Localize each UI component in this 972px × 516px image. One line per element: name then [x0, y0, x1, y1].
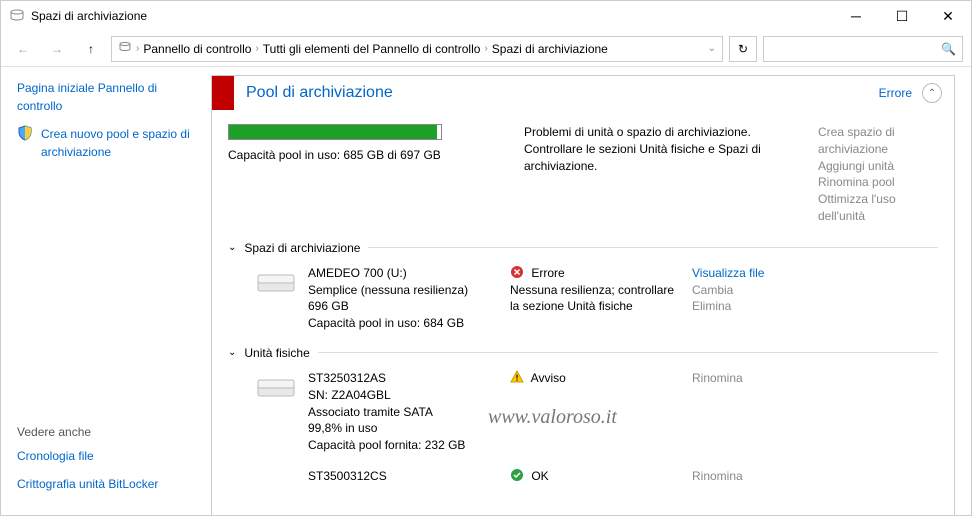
rename-pool-link[interactable]: Rinomina pool	[818, 174, 938, 191]
physical-drives-section: ⌄ Unità fisiche ST3250312AS SN: Z2A04GBL…	[228, 346, 938, 498]
breadcrumb-item[interactable]: Spazi di archiviazione	[492, 42, 608, 56]
control-panel-home-link[interactable]: Pagina iniziale Pannello di controllo	[17, 79, 195, 115]
file-history-link[interactable]: Cronologia file	[17, 447, 195, 465]
drive-sn: SN: Z2A04GBL	[308, 387, 498, 404]
status-label: Errore	[531, 266, 564, 280]
maximize-button[interactable]: ☐	[879, 1, 925, 31]
section-toggle[interactable]: ⌄ Spazi di archiviazione	[228, 241, 938, 255]
drive-name: ST3500312CS	[308, 468, 498, 485]
create-space-link[interactable]: Crea spazio di archiviazione	[818, 124, 938, 158]
error-link[interactable]: Errore	[879, 86, 912, 100]
minimize-button[interactable]: ─	[833, 1, 879, 31]
view-files-link[interactable]: Visualizza file	[692, 265, 764, 282]
space-usage: Capacità pool in uso: 684 GB	[308, 315, 498, 332]
status-label: Avviso	[531, 371, 566, 385]
problem-text: Problemi di unità o spazio di archiviazi…	[524, 124, 802, 225]
drive-name: ST3250312AS	[308, 370, 498, 387]
status-label: OK	[531, 469, 548, 483]
drive-usage: 99,8% in uso	[308, 420, 498, 437]
breadcrumb[interactable]: › Pannello di controllo › Tutti gli elem…	[111, 36, 723, 62]
chevron-right-icon: ›	[484, 43, 487, 54]
bitlocker-link[interactable]: Crittografia unità BitLocker	[17, 475, 195, 493]
close-button[interactable]: ✕	[925, 1, 971, 31]
change-link[interactable]: Cambia	[692, 282, 764, 299]
chevron-right-icon: ›	[136, 43, 139, 54]
breadcrumb-item[interactable]: Pannello di controllo	[143, 42, 251, 56]
refresh-button[interactable]: ↻	[729, 36, 757, 62]
breadcrumb-item[interactable]: Tutti gli elementi del Pannello di contr…	[263, 42, 481, 56]
section-toggle[interactable]: ⌄ Unità fisiche	[228, 346, 938, 360]
navbar: ← → ↑ › Pannello di controllo › Tutti gl…	[1, 31, 971, 67]
back-button[interactable]: ←	[9, 35, 37, 63]
section-heading: Unità fisiche	[244, 346, 309, 360]
physical-drive-item: ST3250312AS SN: Z2A04GBL Associato trami…	[256, 370, 938, 454]
storage-spaces-icon	[9, 8, 25, 24]
collapse-button[interactable]: ⌃	[922, 83, 942, 103]
sidebar: Pagina iniziale Pannello di controllo Cr…	[1, 67, 211, 515]
delete-link[interactable]: Elimina	[692, 298, 764, 315]
storage-spaces-section: ⌄ Spazi di archiviazione AMEDEO 700 (U:)…	[228, 241, 938, 332]
main-area: Pool di archiviazione Errore ⌃ Capacità …	[211, 67, 971, 515]
chevron-down-icon: ⌄	[228, 242, 236, 253]
optimize-link[interactable]: Ottimizza l'uso dell'unità	[818, 191, 938, 225]
chevron-down-icon: ⌄	[228, 347, 236, 358]
space-name: AMEDEO 700 (U:)	[308, 265, 498, 282]
ok-icon	[510, 468, 524, 482]
error-icon	[510, 265, 524, 279]
chevron-right-icon: ›	[255, 43, 258, 54]
capacity-bar	[228, 124, 442, 140]
search-box[interactable]: 🔍	[763, 36, 963, 62]
rename-link[interactable]: Rinomina	[692, 468, 743, 485]
search-input[interactable]	[770, 42, 941, 56]
pool-header: Pool di archiviazione Errore ⌃	[212, 76, 954, 110]
titlebar: Spazi di archiviazione ─ ☐ ✕	[1, 1, 971, 31]
status-row: Errore	[510, 265, 680, 282]
pool-title: Pool di archiviazione	[246, 84, 879, 102]
search-icon[interactable]: 🔍	[941, 42, 956, 56]
chevron-down-icon[interactable]: ⌄	[708, 43, 716, 54]
forward-button[interactable]: →	[43, 35, 71, 63]
add-drive-link[interactable]: Aggiungi unità	[818, 158, 938, 175]
status-detail: Nessuna resilienza; controllare la sezio…	[510, 282, 680, 316]
drive-icon	[256, 271, 296, 295]
pool-panel: Pool di archiviazione Errore ⌃ Capacità …	[211, 75, 955, 515]
error-indicator-bar	[212, 76, 234, 110]
see-also-heading: Vedere anche	[17, 425, 195, 439]
storage-space-item: AMEDEO 700 (U:) Semplice (nessuna resili…	[256, 265, 938, 332]
up-button[interactable]: ↑	[77, 35, 105, 63]
drive-cap: Capacità pool fornita: 232 GB	[308, 437, 498, 454]
space-type: Semplice (nessuna resilienza)	[308, 282, 498, 299]
warning-icon	[510, 370, 524, 384]
capacity-text: Capacità pool in uso: 685 GB di 697 GB	[228, 148, 508, 162]
section-heading: Spazi di archiviazione	[244, 241, 360, 255]
window-title: Spazi di archiviazione	[31, 9, 833, 23]
drive-conn: Associato tramite SATA	[308, 404, 498, 421]
rename-link[interactable]: Rinomina	[692, 370, 743, 387]
space-size: 696 GB	[308, 298, 498, 315]
storage-spaces-icon	[118, 40, 132, 57]
create-pool-link[interactable]: Crea nuovo pool e spazio di archiviazion…	[41, 125, 195, 161]
shield-icon	[17, 125, 33, 144]
drive-icon	[256, 376, 296, 400]
physical-drive-item: ST3500312CS OK Rinomina	[256, 468, 938, 498]
